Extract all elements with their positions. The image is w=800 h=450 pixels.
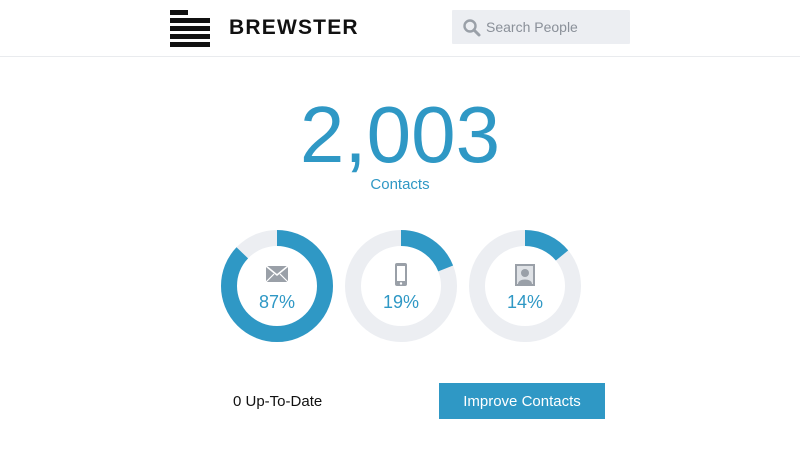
up-to-date-status: 0 Up-To-Date	[233, 393, 323, 410]
phone-stat[interactable]: 19%	[343, 228, 459, 344]
phone-icon	[381, 262, 421, 288]
contacts-label: Contacts	[370, 176, 430, 193]
search-box[interactable]	[452, 10, 630, 44]
completeness-stats: 87% 19% 14%	[0, 228, 800, 348]
email-percent: 87%	[258, 292, 296, 312]
search-input[interactable]	[486, 16, 624, 38]
search-icon	[462, 18, 482, 38]
brewster-logo[interactable]	[170, 10, 210, 47]
app-root: BREWSTER 2,003 Contacts	[0, 0, 800, 450]
contacts-count: 2,003	[299, 90, 501, 179]
top-bar: BREWSTER	[0, 0, 800, 57]
photo-stat[interactable]: 14%	[467, 228, 583, 344]
email-stat[interactable]: 87%	[219, 228, 335, 344]
improve-contacts-button[interactable]: Improve Contacts	[439, 383, 605, 419]
envelope-icon	[257, 262, 297, 288]
photo-percent: 14%	[506, 292, 544, 312]
phone-percent: 19%	[382, 292, 420, 312]
person-photo-icon	[505, 262, 545, 288]
brand-name: BREWSTER	[229, 16, 359, 39]
